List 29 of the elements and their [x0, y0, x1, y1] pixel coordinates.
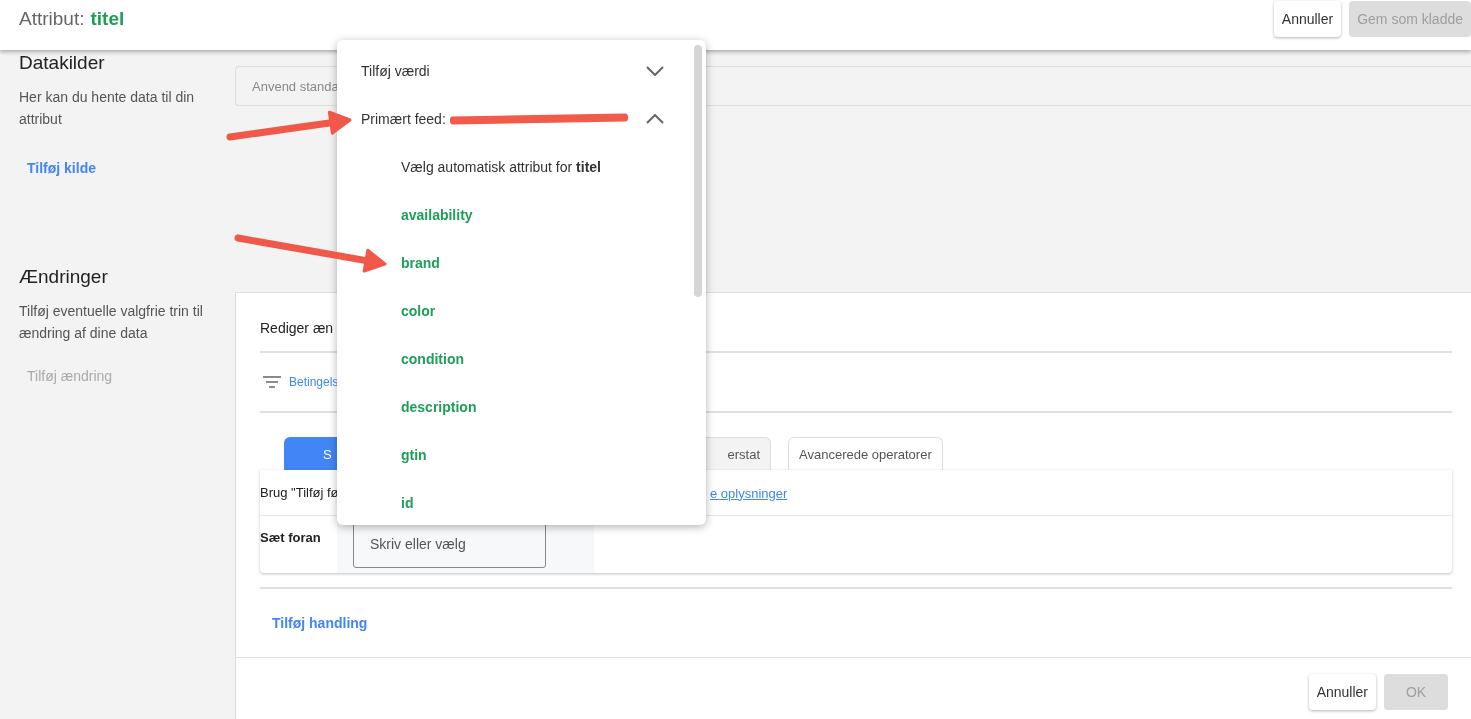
menu-item[interactable]: availability [401, 207, 473, 223]
menu-item[interactable]: Vælg automatisk attribut for titel [401, 159, 601, 175]
section-heading: Datakilder [19, 52, 106, 74]
menu-item[interactable]: brand [401, 255, 440, 271]
title-label: Attribut: [19, 8, 85, 30]
menu-section-label[interactable]: Tilføj værdi [361, 63, 430, 79]
section-heading: Ændringer [19, 266, 109, 288]
scrollbar[interactable] [694, 45, 702, 297]
cancel-button[interactable]: Annuller [1273, 1, 1342, 37]
menu-section-label[interactable]: Primært feed: [361, 111, 446, 127]
attribute-name: titel [90, 8, 125, 30]
editor-title: Rediger æn [260, 319, 334, 338]
add-action-link[interactable]: Tilføj handling [260, 589, 368, 657]
add-source-link[interactable]: Tilføj kilde [27, 160, 96, 176]
more-info-link[interactable]: e oplysninger [710, 485, 788, 501]
filter-icon [263, 376, 281, 388]
chevron-down-icon[interactable] [646, 66, 664, 76]
menu-item[interactable]: id [401, 495, 414, 511]
section-description: Her kan du hente data til din attribut [19, 88, 196, 129]
menu-item[interactable]: description [401, 399, 477, 415]
menu-item[interactable]: condition [401, 351, 464, 367]
menu-item[interactable]: gtin [401, 447, 427, 463]
cancel-button[interactable]: Annuller [1308, 674, 1376, 710]
menu-item[interactable]: color [401, 303, 436, 319]
tab[interactable]: Avancerede operatorer [788, 437, 943, 470]
section-description: Tilføj eventuelle valgfrie trin til ændring af dine data [19, 302, 204, 343]
prefix-label: Sæt foran [260, 529, 322, 547]
condition-link[interactable]: Betingels [289, 375, 339, 389]
chevron-up-icon[interactable] [646, 114, 664, 124]
